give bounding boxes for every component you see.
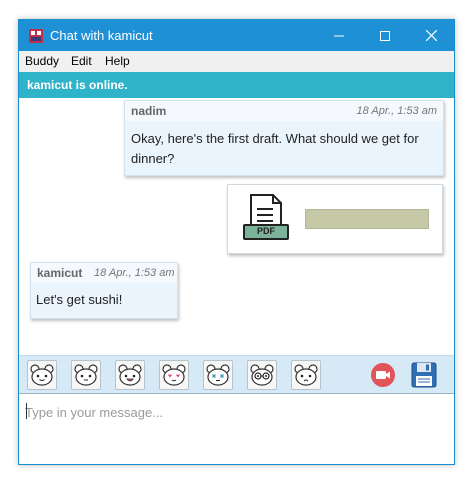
message-text-line: Let's get sushi! bbox=[36, 292, 123, 307]
cat-emoticon-pout-icon bbox=[294, 364, 318, 386]
pdf-label: PDF bbox=[257, 226, 275, 236]
menu-edit[interactable]: Edit bbox=[71, 54, 92, 69]
cat-emoticon-love-button[interactable] bbox=[159, 360, 189, 390]
chat-window: Chat with kamicut Buddy Edit Help kamicu… bbox=[18, 19, 455, 465]
cat-emoticon-grin-icon bbox=[118, 364, 142, 386]
window-title: Chat with kamicut bbox=[50, 28, 153, 43]
cat-emoticon-neutral-button[interactable] bbox=[71, 360, 101, 390]
text-caret bbox=[26, 403, 27, 419]
app-icon bbox=[29, 29, 43, 43]
message-compose-area[interactable] bbox=[19, 393, 454, 464]
message-sender: kamicut bbox=[37, 266, 83, 280]
emoticon-toolbar bbox=[19, 355, 454, 394]
menu-buddy[interactable]: Buddy bbox=[25, 54, 59, 69]
menu-bar: Buddy Edit Help bbox=[19, 51, 454, 72]
presence-status-text: kamicut is online. bbox=[27, 78, 128, 92]
menu-help[interactable]: Help bbox=[105, 54, 130, 69]
cat-emoticon-grin-button[interactable] bbox=[115, 360, 145, 390]
cat-emoticon-dizzy-icon bbox=[206, 364, 230, 386]
message-timestamp: 18 Apr., 1:53 am bbox=[94, 267, 175, 279]
cat-emoticon-neutral-icon bbox=[74, 364, 98, 386]
message-input[interactable] bbox=[25, 402, 445, 422]
cat-emoticon-glasses-icon bbox=[250, 364, 274, 386]
cat-emoticon-smile-icon bbox=[30, 364, 54, 386]
video-call-icon bbox=[371, 363, 395, 387]
message-text-line: dinner? bbox=[131, 151, 175, 166]
file-attachment[interactable]: PDF bbox=[227, 184, 443, 254]
message-sender: nadim bbox=[131, 104, 167, 118]
save-button[interactable] bbox=[409, 360, 439, 390]
save-floppy-icon bbox=[411, 362, 437, 388]
cat-emoticon-love-icon bbox=[162, 364, 186, 386]
cat-emoticon-dizzy-button[interactable] bbox=[203, 360, 233, 390]
title-bar[interactable]: Chat with kamicut bbox=[19, 20, 454, 51]
chat-message-incoming: kamicut 18 Apr., 1:53 am Let's get sushi… bbox=[30, 262, 178, 319]
close-icon bbox=[425, 30, 437, 41]
minimize-icon bbox=[334, 35, 344, 36]
message-text-line: Okay, here's the first draft. What shoul… bbox=[131, 131, 419, 146]
cat-emoticon-smile-button[interactable] bbox=[27, 360, 57, 390]
maximize-icon bbox=[380, 30, 390, 41]
attachment-filename-bar[interactable] bbox=[305, 209, 429, 229]
cat-emoticon-pout-button[interactable] bbox=[291, 360, 321, 390]
message-timestamp: 18 Apr., 1:53 am bbox=[356, 105, 437, 117]
presence-status-bar: kamicut is online. bbox=[19, 72, 454, 98]
chat-message-outgoing: nadim 18 Apr., 1:53 am Okay, here's the … bbox=[124, 100, 444, 176]
minimize-button[interactable] bbox=[316, 20, 362, 51]
chat-history[interactable]: nadim 18 Apr., 1:53 am Okay, here's the … bbox=[19, 98, 454, 355]
maximize-button[interactable] bbox=[362, 20, 408, 51]
message-header: nadim 18 Apr., 1:53 am bbox=[125, 101, 443, 121]
message-header: kamicut 18 Apr., 1:53 am bbox=[31, 263, 177, 283]
video-call-button[interactable] bbox=[368, 360, 398, 390]
cat-emoticon-glasses-button[interactable] bbox=[247, 360, 277, 390]
close-button[interactable] bbox=[408, 20, 454, 51]
